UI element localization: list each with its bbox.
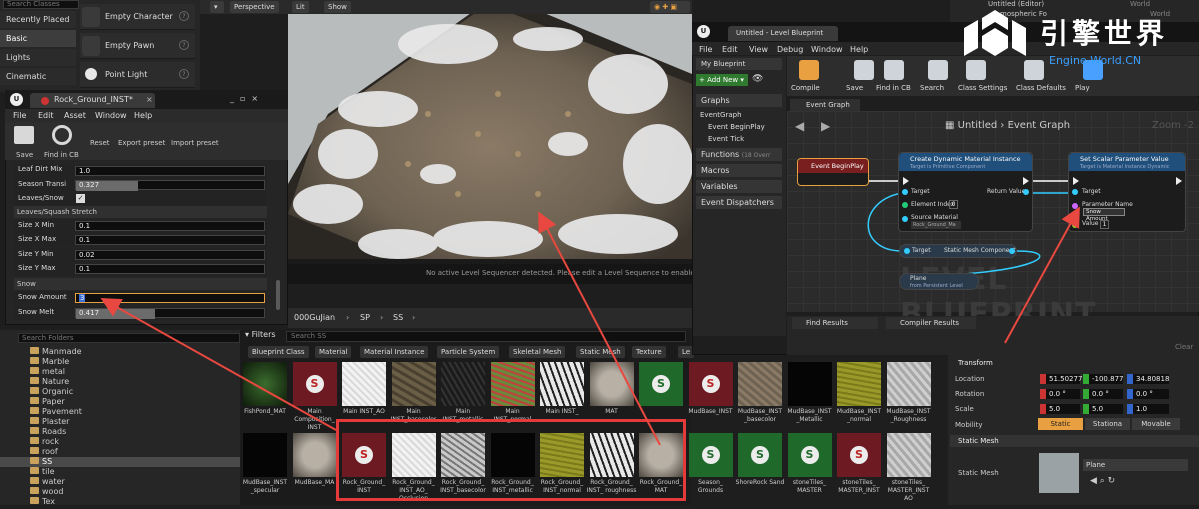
arrow-to-snow-amount: [100, 298, 337, 431]
annotation-arrows: [100, 206, 1080, 446]
arrow-to-param-name: [1004, 206, 1080, 344]
arrow-to-ground: [538, 211, 661, 446]
